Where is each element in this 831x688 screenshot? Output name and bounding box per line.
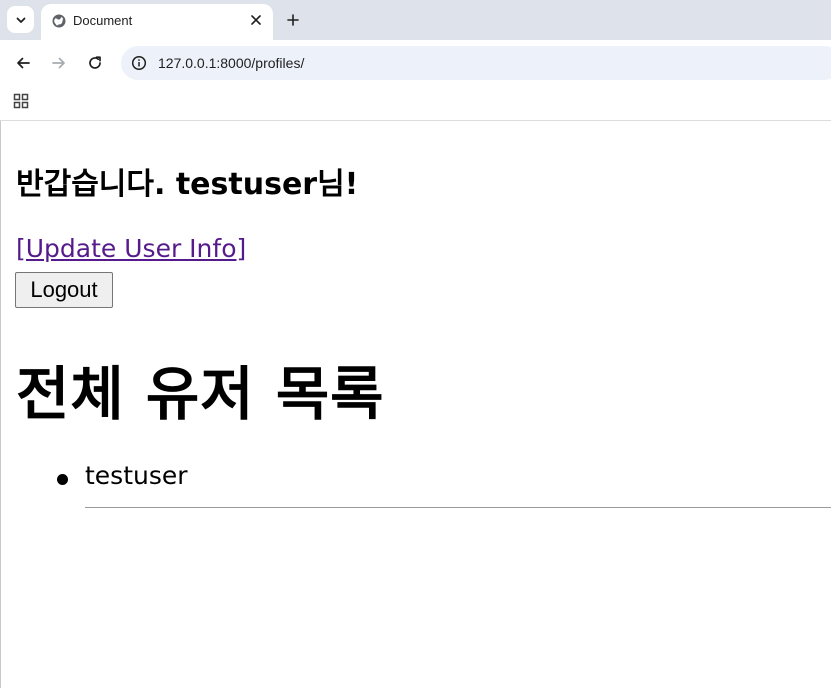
user-list: testuser — [0, 461, 831, 511]
browser-toolbar: 127.0.0.1:8000/profiles/ — [0, 40, 831, 86]
reload-button[interactable] — [83, 51, 107, 75]
apps-grid-icon[interactable] — [13, 93, 29, 109]
arrow-right-icon — [52, 57, 65, 69]
tab-close-button[interactable] — [247, 11, 265, 29]
chevron-down-icon — [16, 17, 25, 23]
divider — [85, 507, 831, 508]
list-bullet — [57, 474, 68, 485]
info-icon[interactable] — [131, 55, 147, 71]
tab-title: Document — [73, 13, 133, 28]
list-item: testuser — [0, 461, 831, 511]
update-user-info-link[interactable]: [Update User Info] — [16, 234, 246, 263]
globe-icon — [52, 14, 66, 28]
url-text[interactable]: 127.0.0.1:8000/profiles/ — [158, 55, 304, 71]
users-heading: 전체 유저 목록 — [16, 360, 385, 428]
back-button[interactable] — [11, 51, 35, 75]
tab-search-button[interactable] — [7, 6, 34, 33]
reload-icon — [89, 56, 101, 69]
username: testuser — [85, 461, 188, 490]
page-viewport: 반갑습니다. testuser님! [Update User Info] Log… — [0, 121, 831, 688]
tab-strip: Document — [0, 0, 831, 40]
browser-tab[interactable]: Document — [41, 4, 273, 40]
logout-button[interactable]: Logout — [15, 272, 113, 308]
address-bar[interactable]: 127.0.0.1:8000/profiles/ — [121, 46, 831, 80]
new-tab-button[interactable] — [282, 9, 304, 31]
window-edge — [0, 121, 1, 688]
arrow-left-icon — [17, 57, 30, 69]
plus-icon — [287, 14, 299, 26]
close-icon — [251, 15, 261, 25]
greeting-heading: 반갑습니다. testuser님! — [16, 167, 359, 202]
bookmarks-bar — [0, 86, 831, 121]
forward-button[interactable] — [47, 51, 71, 75]
